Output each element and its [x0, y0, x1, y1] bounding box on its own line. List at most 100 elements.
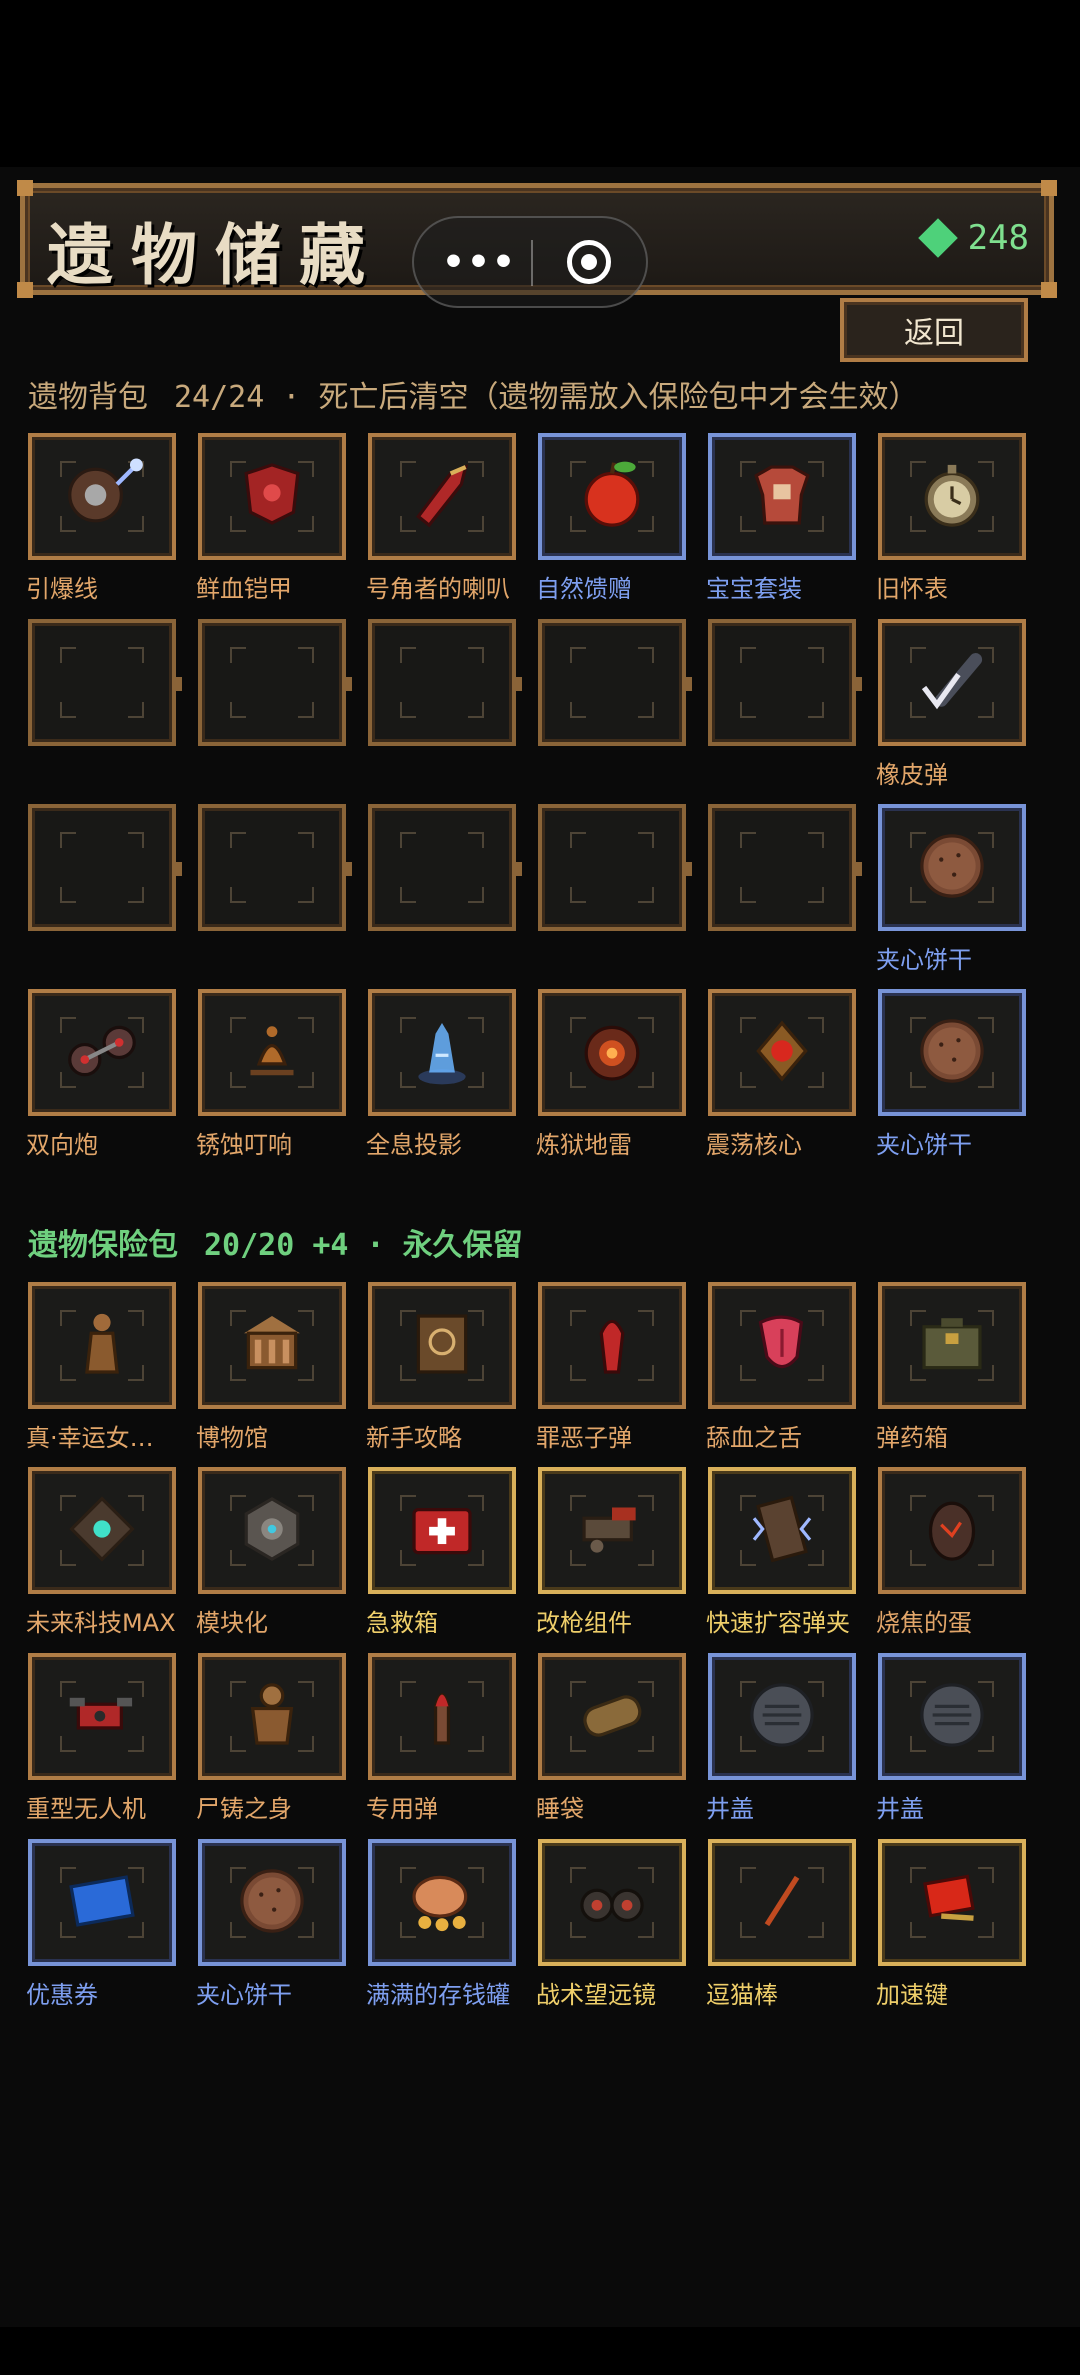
golem-icon [229, 1672, 315, 1762]
safe-relic-slot[interactable] [28, 1839, 176, 1966]
module-icon [229, 1486, 315, 1576]
speed-key-icon [909, 1858, 995, 1948]
relic-name-label: 号角者的喇叭 [366, 575, 510, 603]
rubber-bullet-icon [909, 638, 995, 728]
relic-name-label: 逗猫棒 [706, 1981, 778, 2009]
safe-relic-slot[interactable] [878, 1653, 1026, 1780]
backpack-title: 遗物背包 [28, 380, 148, 415]
safe-relic-slot[interactable] [708, 1839, 856, 1966]
relic-name-label: 弹药箱 [876, 1424, 948, 1452]
backpack-relic-slot[interactable] [878, 619, 1026, 746]
safe-relic-slot[interactable] [878, 1282, 1026, 1409]
close-circle-icon[interactable] [567, 240, 611, 284]
bottom-area [0, 2279, 1080, 2327]
safe-relic-slot[interactable] [878, 1839, 1026, 1966]
safe-relic-slot[interactable] [538, 1282, 686, 1409]
safe-relic-slot[interactable] [198, 1839, 346, 1966]
safe-relic-slot[interactable] [878, 1467, 1026, 1594]
safe-relic-slot[interactable] [708, 1653, 856, 1780]
relic-storage-screen: 遗物储藏 248 ••• 返回 遗物背包 24/24 · 死亡后清空（遗物需放入保… [0, 167, 1080, 2327]
safe-relic-slot[interactable] [368, 1282, 516, 1409]
cookie-icon [909, 1008, 995, 1098]
cookie-icon [909, 823, 995, 913]
backpack-empty-slot[interactable] [28, 619, 182, 746]
backpack-relic-slot[interactable] [538, 433, 686, 560]
green-gem-icon [917, 218, 958, 258]
relic-name-label: 井盖 [876, 1795, 924, 1823]
relic-name-label: 全息投影 [366, 1131, 462, 1159]
backpack-relic-slot[interactable] [28, 989, 176, 1116]
relic-name-label: 自然馈赠 [536, 575, 632, 603]
relic-name-label: 尸铸之身 [196, 1795, 292, 1823]
backpack-empty-slot[interactable] [198, 619, 352, 746]
drone-icon [59, 1672, 145, 1762]
backpack-empty-slot[interactable] [368, 619, 522, 746]
relic-name-label: 重型无人机 [26, 1795, 146, 1823]
backpack-relic-slot[interactable] [198, 433, 346, 560]
backpack-relic-slot[interactable] [28, 433, 176, 560]
safe-relic-slot[interactable] [368, 1467, 516, 1594]
backpack-relic-slot[interactable] [878, 433, 1026, 560]
backpack-relic-slot[interactable] [878, 989, 1026, 1116]
safe-relic-slot[interactable] [28, 1467, 176, 1594]
relic-name-label: 罪恶子弹 [536, 1424, 632, 1452]
backpack-relic-slot[interactable] [368, 433, 516, 560]
blood-armor-icon [229, 452, 315, 542]
relic-name-label: 夹心饼干 [196, 1981, 292, 2009]
backpack-relic-slot[interactable] [198, 989, 346, 1116]
twin-cannon-icon [59, 1008, 145, 1098]
ammo-box-icon [909, 1301, 995, 1391]
relic-name-label: 优惠券 [26, 1981, 98, 2009]
safe-relic-slot[interactable] [708, 1467, 856, 1594]
backpack-section-title: 遗物背包 24/24 · 死亡后清空（遗物需放入保险包中才会生效） [28, 372, 919, 416]
safe-relic-slot[interactable] [198, 1282, 346, 1409]
backpack-relic-slot[interactable] [708, 433, 856, 560]
backpack-empty-slot[interactable] [368, 804, 522, 931]
safe-relic-slot[interactable] [198, 1467, 346, 1594]
relic-name-label: 鲜血铠甲 [196, 575, 292, 603]
pocket-watch-icon [909, 452, 995, 542]
baby-suit-icon [739, 452, 825, 542]
more-icon[interactable]: ••• [442, 242, 515, 283]
back-button[interactable]: 返回 [840, 298, 1028, 362]
safe-relic-slot[interactable] [368, 1839, 516, 1966]
safe-relic-slot[interactable] [368, 1653, 516, 1780]
backpack-empty-slot[interactable] [538, 804, 692, 931]
backpack-relic-slot[interactable] [538, 989, 686, 1116]
backpack-empty-slot[interactable] [708, 619, 862, 746]
relic-name-label: 新手攻略 [366, 1424, 462, 1452]
safe-relic-slot[interactable] [198, 1653, 346, 1780]
relic-name-label: 加速键 [876, 1981, 948, 2009]
relic-name-label: 旧怀表 [876, 575, 948, 603]
tongue-icon [739, 1301, 825, 1391]
backpack-empty-slot[interactable] [28, 804, 182, 931]
safe-section-title: 遗物保险包 20/20 +4 · 永久保留 [28, 1220, 523, 1264]
museum-icon [229, 1301, 315, 1391]
backpack-relic-slot[interactable] [878, 804, 1026, 931]
capsule-divider [531, 240, 533, 286]
backpack-empty-slot[interactable] [538, 619, 692, 746]
cookie-icon [229, 1858, 315, 1948]
safe-relic-slot[interactable] [538, 1653, 686, 1780]
backpack-relic-slot[interactable] [708, 989, 856, 1116]
miniprogram-capsule: ••• [412, 216, 648, 308]
backpack-relic-slot[interactable] [368, 989, 516, 1116]
binoculars-icon [569, 1858, 655, 1948]
safe-relic-slot[interactable] [28, 1282, 176, 1409]
relic-name-label: 改枪组件 [536, 1609, 632, 1637]
backpack-empty-slot[interactable] [198, 804, 352, 931]
safe-relic-slot[interactable] [538, 1839, 686, 1966]
relic-name-label: 满满的存钱罐 [366, 1981, 510, 2009]
relic-name-label: 模块化 [196, 1609, 268, 1637]
backpack-empty-slot[interactable] [708, 804, 862, 931]
magazine-icon [739, 1486, 825, 1576]
rusty-bell-icon [229, 1008, 315, 1098]
relic-name-label: 未来科技MAX [26, 1609, 176, 1637]
manhole-icon [909, 1672, 995, 1762]
guide-book-icon [399, 1301, 485, 1391]
gun-parts-icon [569, 1486, 655, 1576]
relic-name-label: 真·幸运女… [26, 1424, 154, 1452]
safe-relic-slot[interactable] [28, 1653, 176, 1780]
safe-relic-slot[interactable] [708, 1282, 856, 1409]
safe-relic-slot[interactable] [538, 1467, 686, 1594]
